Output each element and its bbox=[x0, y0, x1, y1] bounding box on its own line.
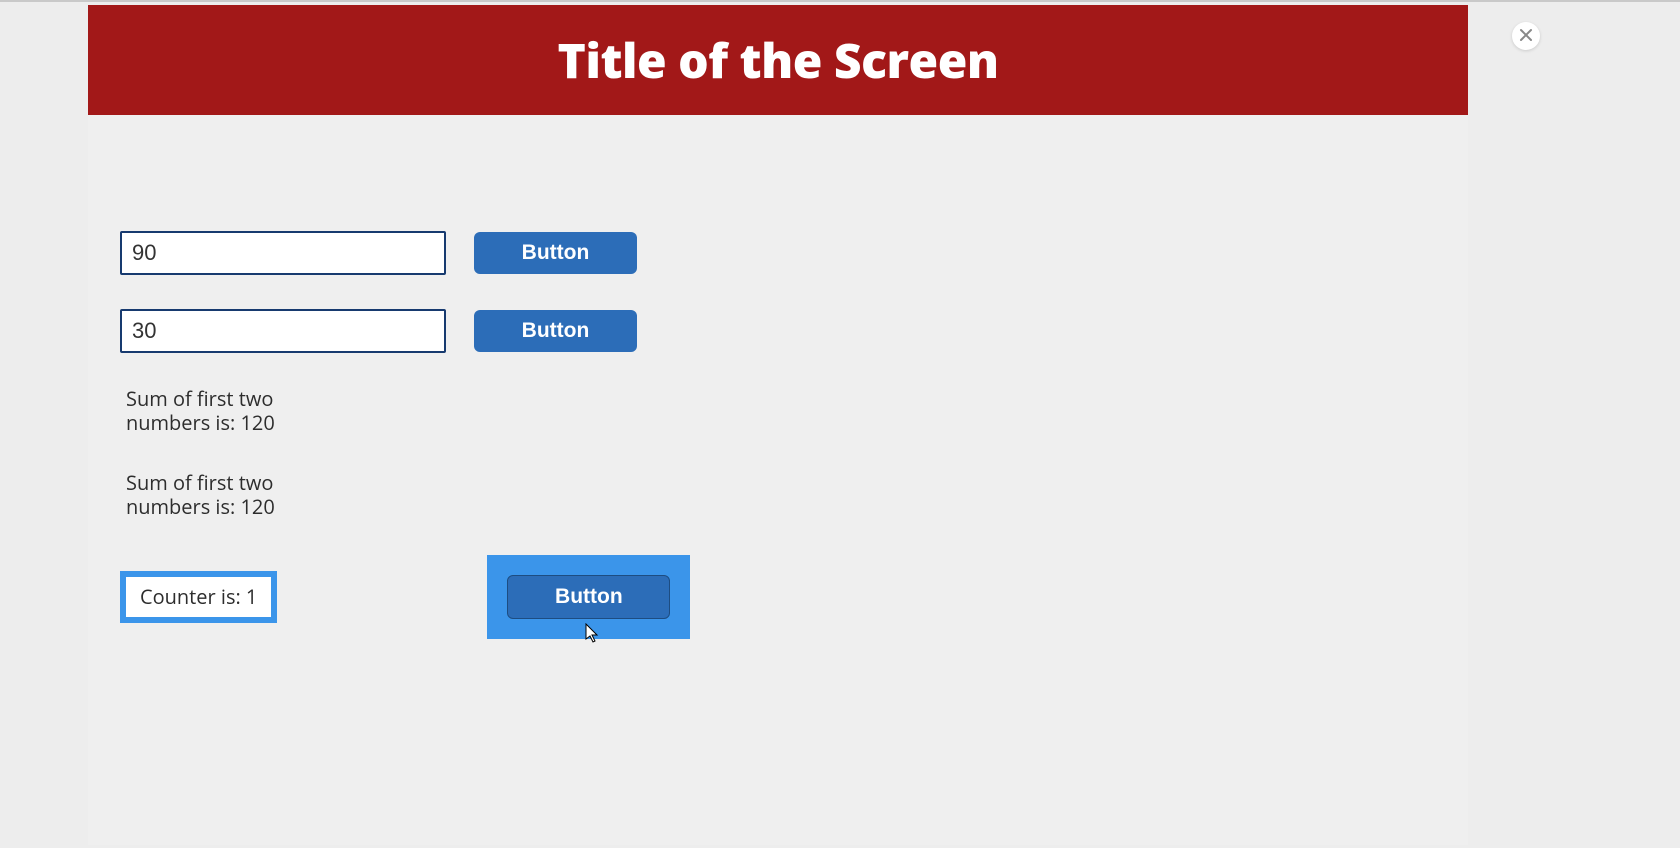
number-input-2[interactable] bbox=[120, 309, 446, 353]
page-title: Title of the Screen bbox=[557, 28, 998, 93]
counter-row: Counter is: 1 Button bbox=[120, 555, 1436, 639]
close-button[interactable] bbox=[1512, 22, 1540, 50]
content-area: Button Button Sum of first two numbers i… bbox=[88, 115, 1468, 671]
main-page: Title of the Screen Button Button Sum of… bbox=[88, 5, 1468, 845]
counter-display: Counter is: 1 bbox=[120, 571, 277, 623]
input-row-1: Button bbox=[120, 231, 1436, 275]
close-icon bbox=[1519, 25, 1533, 47]
results-block: Sum of first two numbers is: 120 Sum of … bbox=[126, 387, 1436, 519]
button-3[interactable]: Button bbox=[507, 575, 670, 619]
header-bar: Title of the Screen bbox=[88, 5, 1468, 115]
number-input-1[interactable] bbox=[120, 231, 446, 275]
window-top-border bbox=[0, 0, 1680, 2]
button-1[interactable]: Button bbox=[474, 232, 637, 274]
input-row-2: Button bbox=[120, 309, 1436, 353]
sum-result-2: Sum of first two numbers is: 120 bbox=[126, 471, 276, 519]
sum-result-1: Sum of first two numbers is: 120 bbox=[126, 387, 276, 435]
button-2[interactable]: Button bbox=[474, 310, 637, 352]
highlighted-button-wrapper: Button bbox=[487, 555, 690, 639]
